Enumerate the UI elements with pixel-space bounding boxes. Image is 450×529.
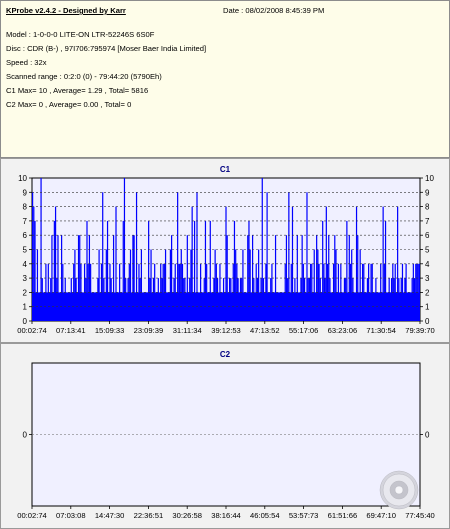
x-tick-label: 46:05:54	[250, 511, 280, 520]
x-tick-label: 30:26:58	[172, 511, 202, 520]
x-tick-label: 55:17:06	[289, 326, 319, 335]
y-tick-label: 0	[23, 317, 28, 326]
y-tick-label: 7	[425, 217, 430, 226]
c2-chart-panel: C2 0 0 00:02:74 07:03:08 14:47:30 22:36:51 30:2…	[0, 343, 450, 529]
c2-summary-line: C2 Max= 0 , Average= 0.00 , Total= 0	[6, 100, 132, 109]
x-tick-label: 61:51:66	[328, 511, 358, 520]
x-tick-label: 79:39:70	[405, 326, 435, 335]
info-panel: KProbe v2.4.2 - Designed by Karr Date : …	[0, 0, 450, 158]
c2-chart: C2 0 0 00:02:74 07:03:08 14:47:30 22:36:51 30:2…	[17, 350, 435, 520]
y-tick-label: 3	[425, 274, 430, 283]
y-tick-label: 7	[23, 217, 28, 226]
y-tick-label: 1	[23, 303, 28, 312]
x-tick-label: 53:57:73	[289, 511, 319, 520]
y-tick-label: 0	[425, 431, 430, 440]
y-tick-label: 2	[23, 288, 28, 297]
x-tick-label: 38:16:44	[211, 511, 241, 520]
x-tick-label: 07:13:41	[56, 326, 86, 335]
c1-summary-line: C1 Max= 10 , Average= 1.29 , Total= 5816	[6, 86, 149, 95]
x-tick-label: 00:02:74	[17, 511, 47, 520]
x-tick-label: 07:03:08	[56, 511, 86, 520]
y-tick-label: 2	[425, 288, 430, 297]
scan-date: Date : 08/02/2008 8:45:39 PM	[223, 6, 325, 15]
x-tick-label: 14:47:30	[95, 511, 125, 520]
y-tick-label: 1	[425, 303, 430, 312]
chart-title: C2	[220, 350, 231, 359]
y-tick-label: 3	[23, 274, 28, 283]
model-line: Model : 1-0-0-0 LITE-ON LTR-52246S 6S0F	[6, 30, 155, 39]
c1-chart-panel: C1 0 0 1 1 2 2 3 3 4 4 5 5 6 6 7 7 8 8 9 9 10 10 00:02:74 07:13:…	[0, 158, 450, 343]
y-tick-label: 5	[425, 246, 430, 255]
y-tick-label: 9	[23, 188, 28, 197]
chart-title: C1	[220, 165, 231, 174]
x-tick-label: 47:13:52	[250, 326, 280, 335]
speed-line: Speed : 32x	[6, 58, 47, 67]
y-tick-label: 6	[425, 231, 430, 240]
x-tick-label: 71:30:54	[366, 326, 396, 335]
y-tick-label: 8	[425, 203, 430, 212]
y-tick-label: 10	[18, 174, 27, 183]
y-tick-label: 8	[23, 203, 28, 212]
x-tick-label: 23:09:39	[134, 326, 164, 335]
disc-icon	[379, 470, 419, 510]
x-tick-label: 00:02:74	[17, 326, 47, 335]
y-tick-label: 4	[23, 260, 28, 269]
x-tick-label: 31:11:34	[173, 326, 202, 335]
y-tick-label: 4	[425, 260, 430, 269]
disc-line: Disc : CDR (B-) , 97I706:795974 [Moser B…	[6, 44, 207, 53]
y-tick-label: 5	[23, 246, 28, 255]
x-tick-label: 22:36:51	[134, 511, 164, 520]
y-tick-label: 0	[425, 317, 430, 326]
y-tick-label: 6	[23, 231, 28, 240]
x-tick-label: 39:12:53	[211, 326, 241, 335]
x-tick-label: 77:45:40	[405, 511, 435, 520]
y-tick-label: 0	[23, 431, 28, 440]
x-tick-label: 15:09:33	[95, 326, 125, 335]
range-line: Scanned range : 0:2:0 (0) - 79:44:20 (57…	[6, 72, 162, 81]
c1-chart: C1 0 0 1 1 2 2 3 3 4 4 5 5 6 6 7 7 8 8 9 9 10 10 00:02:74 07:13:…	[17, 165, 435, 335]
y-tick-label: 9	[425, 188, 430, 197]
x-tick-label: 63:23:06	[328, 326, 358, 335]
x-tick-label: 69:47:10	[366, 511, 396, 520]
y-tick-label: 10	[425, 174, 434, 183]
app-title: KProbe v2.4.2 - Designed by Karr	[6, 6, 126, 15]
